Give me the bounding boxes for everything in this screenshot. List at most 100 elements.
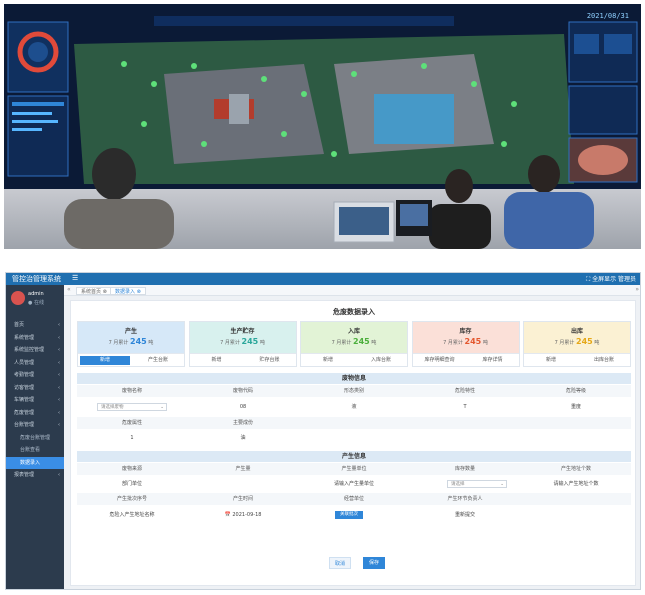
sidebar-item[interactable]: 访客管理 ‹ (6, 382, 64, 395)
stat-card-actions: 新增 贮存台账 (189, 353, 296, 366)
stat-card-ledger-button[interactable]: 入库台账 (356, 356, 406, 365)
stat-card-label: 入库 (347, 328, 360, 335)
stat-card: 出库 7 月累计 245 吨新增 出库台账 (523, 321, 631, 367)
unit-field[interactable]: 请输入产生量单位 (299, 478, 409, 490)
date-field[interactable]: 📅 2021-09-18 (188, 509, 298, 521)
stock-select[interactable]: 请选择 ⌄ (447, 480, 507, 488)
waste-component: 油 (240, 435, 246, 441)
source-dept: 部门单位 (121, 481, 142, 487)
grid-header: 产生时间 (232, 496, 253, 502)
stat-card-value: 245 (130, 337, 147, 346)
sidebar-item-label: 人员管理 (14, 359, 35, 366)
chevron-left-icon: ‹ (58, 359, 60, 366)
grid-header: 废物来源 (121, 466, 142, 472)
grid-header: 经营单位 (343, 496, 364, 502)
waste-info-grid: 废物名称 废物代码 形态类别 危险特性 危险等级 请选择废物 ⌄ 08 液 T … (77, 385, 631, 445)
main-content: 危废数据录入 产生 7 月累计 245 吨新增 产生台账 生产贮存 7 月累计 245 … (70, 300, 636, 586)
hamburger-icon[interactable]: ☰ (72, 274, 78, 282)
stat-card-label: 产生 (124, 328, 137, 335)
stat-card-prefix: 7 月累计 (554, 340, 575, 346)
chevron-left-icon: ‹ (58, 347, 60, 353)
grid-header: 产生环节负责人 (447, 496, 483, 502)
avatar[interactable] (11, 291, 25, 305)
sidebar-item[interactable]: 危废管理 ‹ (6, 407, 64, 420)
sidebar-item[interactable]: 人员管理 ‹ (6, 357, 64, 370)
sidebar-item[interactable]: 台账查看 (6, 444, 64, 457)
tab-strip: « 系统首页 ⊗ 数据录入 ⊗ » (64, 285, 640, 296)
stat-card: 产生 7 月累计 245 吨新增 产生台账 (77, 321, 185, 367)
sidebar-item[interactable]: 车辆管理 ‹ (6, 394, 64, 407)
tab-scroll-right-icon[interactable]: » (635, 286, 639, 293)
grid-header: 主要成份 (232, 420, 253, 426)
grid-header: 产生批次序号 (116, 496, 147, 502)
stat-card-ledger-button[interactable]: 产生台账 (133, 356, 183, 365)
stat-card-add-button[interactable]: 新增 (303, 356, 353, 365)
sidebar-item-label: 首页 (14, 322, 25, 328)
stat-card-actions: 新增 入库台账 (301, 353, 407, 366)
save-button[interactable]: 保存 (363, 557, 385, 569)
waste-level: 重度 (570, 404, 581, 410)
stat-card-value: 245 (576, 337, 593, 346)
stock-select-text: 请选择 (451, 482, 465, 487)
tab-scroll-left-icon[interactable]: « (67, 286, 71, 293)
grid-header: 危险特性 (454, 388, 475, 394)
stat-card-ledger-button[interactable]: 出库台账 (579, 356, 629, 365)
stat-card-unit: 吨 (371, 340, 377, 346)
sidebar-item[interactable]: 系统管理 ‹ (6, 332, 64, 345)
stat-card-prefix: 7 月累计 (108, 340, 129, 346)
stat-card: 入库 7 月累计 245 吨新增 入库台账 (300, 321, 408, 367)
stat-card-unit: 吨 (594, 340, 600, 346)
grid-header: 危废属性 (121, 420, 142, 426)
sidebar-item[interactable]: 危废台账管理 (6, 432, 64, 445)
chevron-down-icon: ⌄ (160, 405, 164, 410)
sidebar-user: admin ● 在线 (6, 285, 64, 315)
chevron-left-icon: ‹ (58, 322, 60, 328)
stat-card-add-button[interactable]: 新增 (192, 356, 242, 365)
wall-time: 2021/08/31 (586, 12, 629, 20)
stat-card-summary: 7 月累计 245 吨 (190, 337, 296, 346)
stat-card-unit: 吨 (482, 340, 488, 346)
stat-card: 生产贮存 7 月累计 245 吨新增 贮存台账 (188, 321, 297, 367)
top-bar: 管控治管理系统 ☰ ⛶ 全屏显示 管理员 (6, 273, 640, 285)
sidebar-item[interactable]: 系统监控管理 ‹ (6, 344, 64, 357)
stat-card-prefix: 7 月累计 (443, 340, 463, 346)
resubmit-link[interactable]: 重新提交 (410, 509, 520, 521)
system-title: 管控治管理系统 (12, 275, 61, 283)
tab-data-entry[interactable]: 数据录入 ⊗ (110, 287, 146, 295)
stat-card-unit: 吨 (259, 340, 265, 346)
stat-card-add-button[interactable]: 新增 (526, 356, 576, 365)
stat-card-ledger-button[interactable]: 库存详情 (468, 356, 518, 365)
stat-card-label: 库存 (459, 328, 472, 335)
user-name: admin (28, 291, 44, 297)
sidebar-item[interactable]: 数据录入 (6, 456, 64, 469)
stat-card-add-button[interactable]: 新增 (80, 356, 130, 365)
control-room-illustration (7, 16, 638, 249)
cancel-button[interactable]: 取消 (329, 557, 351, 569)
sidebar-menu: 首页 ‹ 系统管理 ‹ 系统监控管理 ‹ 人员管理 ‹ 考勤管理 ‹ 访客管理 ‹ 车辆管理 ‹ 危废管理 ‹… (6, 319, 64, 482)
app-window: 管控治管理系统 ☰ ⛶ 全屏显示 管理员 admin ● 在线 首页 ‹ 系统管理 ‹… (5, 272, 641, 590)
stat-card-ledger-button[interactable]: 贮存台账 (245, 356, 295, 365)
address-count-field[interactable]: 请输入产生地址个数 (521, 478, 631, 490)
stat-card-actions: 新增 产生台账 (78, 353, 184, 366)
tab-home[interactable]: 系统首页 ⊗ (76, 287, 112, 295)
stat-card-value: 245 (464, 337, 482, 346)
screenshot-root: 2021/08/31 管控治管理系统 ☰ ⛶ 全屏显示 管理员 admin ● … (0, 0, 645, 595)
sidebar-item-label: 台账查看 (20, 447, 41, 453)
waste-name-select[interactable]: 请选择废物 ⌄ (97, 403, 167, 411)
chevron-left-icon: ‹ (58, 372, 60, 378)
sidebar-item-label: 车辆管理 (14, 397, 35, 403)
chevron-down-icon: ⌄ (500, 482, 504, 487)
sidebar-item[interactable]: 考勤管理 ‹ (6, 369, 64, 382)
stat-card-add-button[interactable]: 库存明细查询 (415, 356, 465, 365)
control-room-photo: 2021/08/31 (4, 4, 641, 249)
sidebar-item[interactable]: 首页 ‹ (6, 319, 64, 332)
stat-card-summary: 7 月累计 245 吨 (78, 337, 184, 346)
stat-card: 库存 7 月累计 245 吨库存明细查询 库存详情 (411, 321, 520, 367)
stat-card-prefix: 7 月累计 (331, 340, 352, 346)
user-menu[interactable]: ⛶ 全屏显示 管理员 (586, 274, 636, 284)
sidebar-item[interactable]: 台账管理 ‹ (6, 419, 64, 432)
grid-header: 产生量 (235, 466, 251, 472)
stat-card-actions: 库存明细查询 库存详情 (412, 353, 519, 366)
link-batch-button[interactable]: 关联批次 (335, 511, 363, 519)
sidebar-item[interactable]: 报表管理 ‹ (6, 469, 64, 482)
